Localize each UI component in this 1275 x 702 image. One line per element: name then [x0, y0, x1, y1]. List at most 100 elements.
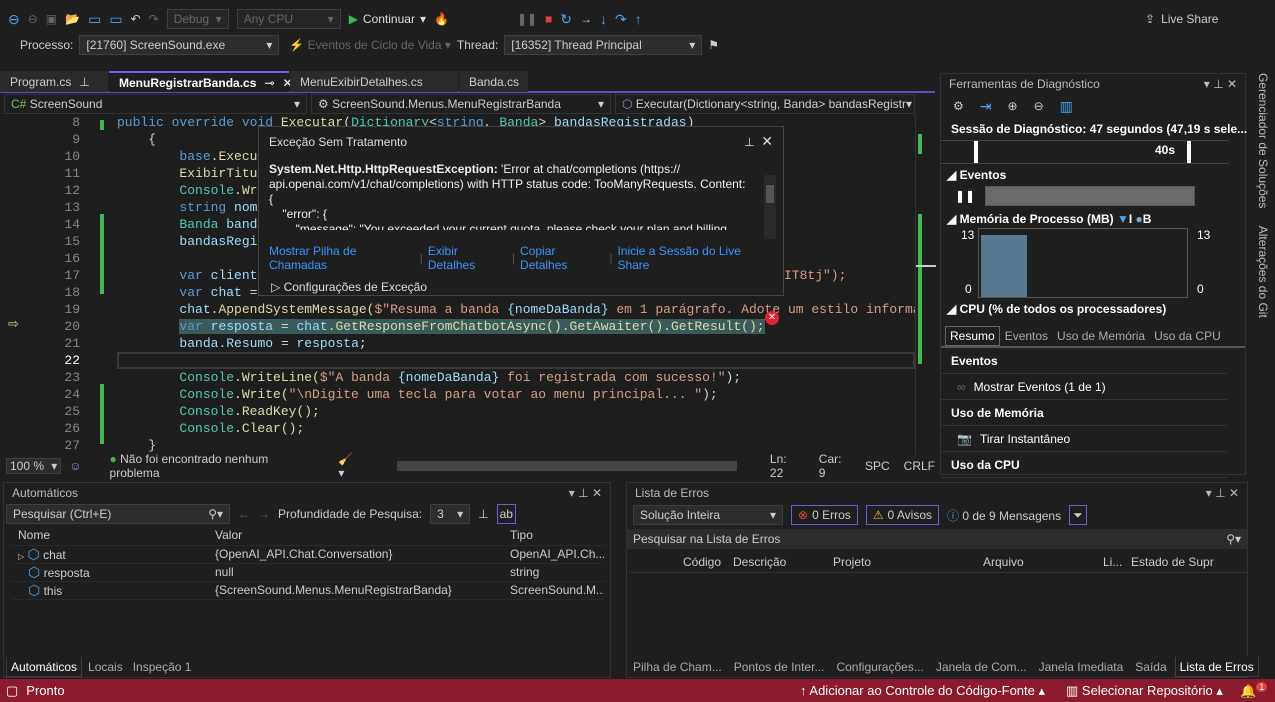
code-line[interactable]: var resposta = chat.GetResponseFromChatb…: [117, 318, 765, 335]
lifecycle-events-button[interactable]: ⚡ Eventos de Ciclo de Vida ▾: [289, 38, 451, 52]
member-select[interactable]: ⬡ Executar(Dictionary<string, Banda> ban…: [615, 94, 915, 114]
tab-locals[interactable]: Locais: [84, 657, 127, 677]
code-line[interactable]: Banda banda: [117, 216, 265, 233]
copilot-icon[interactable]: ☺: [69, 459, 81, 473]
project-select[interactable]: C# ScreenSound ▾: [4, 94, 307, 114]
tab-banda[interactable]: Banda.cs: [459, 71, 528, 92]
pin-watch-icon[interactable]: ⊥: [478, 507, 488, 521]
tab-summary[interactable]: Resumo: [945, 326, 1000, 346]
save-icon[interactable]: ▭: [88, 11, 101, 28]
tab-autos[interactable]: Automáticos: [6, 657, 83, 677]
open-folder-icon[interactable]: 📂: [65, 12, 80, 26]
platform-select[interactable]: Any CPU ▾: [236, 9, 341, 29]
warnings-filter-button[interactable]: ⚠ 0 Avisos: [865, 505, 939, 525]
editor-vertical-scrollbar[interactable]: [915, 114, 936, 455]
zoom-select[interactable]: 100 % ▾: [6, 458, 62, 474]
show-events-link[interactable]: ∞ Mostrar Eventos (1 de 1): [941, 374, 1227, 400]
side-tab-solution-explorer[interactable]: Gerenciador de Soluções: [1256, 73, 1270, 208]
tab-immediate-window[interactable]: Janela Imediata: [1035, 657, 1128, 677]
tab-menu-exibir-detalhes[interactable]: MenuExibirDetalhes.cs: [290, 71, 458, 92]
cleanup-icon[interactable]: 🧹▾: [338, 452, 359, 480]
new-project-icon[interactable]: ▣: [46, 12, 57, 26]
chart-icon[interactable]: ▥: [1060, 98, 1073, 115]
editor-horizontal-scrollbar[interactable]: [397, 461, 737, 471]
continue-button[interactable]: ▶ Continuar ▾: [349, 12, 426, 26]
code-line[interactable]: banda.Resumo = resposta;: [117, 335, 366, 352]
scope-select[interactable]: Solução Inteira ▾: [633, 505, 783, 525]
pin-icon[interactable]: ⊥: [79, 75, 89, 89]
back-arrow[interactable]: ←: [238, 507, 250, 521]
select-tools-icon[interactable]: ⇥: [980, 98, 992, 115]
view-details-link[interactable]: Exibir Detalhes: [428, 244, 507, 272]
col-description[interactable]: Descrição: [729, 555, 829, 569]
cpu-section[interactable]: ◢ CPU (% de todos os processadores): [941, 298, 1245, 320]
table-row[interactable]: ⬡ this {ScreenSound.Menus.MenuRegistrarBa…: [12, 581, 604, 600]
config-select[interactable]: Debug ▾: [166, 9, 229, 29]
events-section[interactable]: ◢ Eventos: [941, 164, 1245, 186]
live-share-button[interactable]: ⇪ Live Share: [1145, 12, 1218, 26]
restart-icon[interactable]: ↻: [560, 11, 572, 28]
tab-output[interactable]: Saída: [1131, 657, 1170, 677]
pin-icon[interactable]: ⊸: [264, 76, 274, 90]
redo-icon[interactable]: ↷: [149, 12, 159, 26]
messages-filter-button[interactable]: ⓘ 0 de 9 Mensagens: [947, 507, 1061, 524]
hex-display-icon[interactable]: ab: [496, 504, 516, 524]
exception-error-icon[interactable]: ✕: [765, 311, 779, 325]
col-name[interactable]: Nome: [12, 525, 209, 546]
flag-icon[interactable]: ⚑: [708, 38, 719, 52]
zoom-out-icon[interactable]: ⊖: [1034, 99, 1044, 113]
whitespace-indicator[interactable]: SPC: [865, 459, 890, 473]
exception-settings-toggle[interactable]: ▷ Configurações de Exceção: [259, 272, 783, 302]
take-snapshot-button[interactable]: 📷 Tirar Instantâneo: [941, 426, 1227, 452]
tab-memory-usage[interactable]: Uso de Memória: [1053, 326, 1149, 346]
tab-exception-settings[interactable]: Configurações...: [832, 657, 927, 677]
tab-breakpoints[interactable]: Pontos de Inter...: [730, 657, 829, 677]
code-line[interactable]: {: [117, 131, 156, 148]
errors-filter-button[interactable]: ⊗ 0 Erros: [791, 505, 858, 525]
tab-events[interactable]: Eventos: [1001, 326, 1052, 346]
back-icon[interactable]: ⊖: [8, 11, 20, 28]
pin-icon[interactable]: ⊥: [744, 135, 754, 149]
side-tab-git-changes[interactable]: Alterações do Git: [1256, 226, 1270, 318]
start-live-share-link[interactable]: Inicie a Sessão do Live Share: [617, 244, 773, 272]
table-row[interactable]: ⬡ resposta null string: [12, 563, 604, 582]
code-line[interactable]: ExibirTitu: [117, 165, 257, 182]
thread-select[interactable]: [16352] Thread Principal ▾: [504, 35, 703, 55]
select-repository-button[interactable]: ▥ Selecionar Repositório ▴: [1066, 683, 1223, 699]
code-line[interactable]: string nome: [117, 199, 265, 216]
stop-icon[interactable]: ■: [545, 12, 552, 26]
table-row[interactable]: ▷ ⬡ chat {OpenAI_API.Chat.Conversation} Op…: [12, 545, 604, 564]
add-source-control-button[interactable]: ↑ Adicionar ao Controle do Código-Fonte …: [800, 683, 1045, 699]
code-line[interactable]: var client: [117, 267, 257, 284]
memory-section[interactable]: ◢ Memória de Processo (MB) ▼I ●B: [941, 206, 1245, 228]
code-line[interactable]: Console.Write("\nDigite uma tecla para v…: [117, 386, 717, 403]
tab-program[interactable]: Program.cs ⊥: [0, 71, 108, 92]
code-line[interactable]: Console.Clear();: [117, 420, 304, 437]
step-into-icon[interactable]: ↓: [600, 11, 607, 27]
code-line[interactable]: var chat =: [117, 284, 257, 301]
col-line[interactable]: Li...: [1099, 555, 1127, 569]
issues-indicator[interactable]: ● Não foi encontrado nenhum problema: [110, 452, 319, 480]
show-call-stack-link[interactable]: Mostrar Pilha de Chamadas: [269, 244, 415, 272]
col-type[interactable]: Tipo: [504, 525, 604, 546]
forward-arrow[interactable]: →: [258, 507, 270, 521]
forward-icon[interactable]: ⊖: [28, 12, 38, 26]
code-line[interactable]: bandasRegis: [117, 233, 265, 250]
settings-icon[interactable]: ⚙: [953, 99, 964, 113]
timeline-ruler[interactable]: 40s: [941, 140, 1229, 164]
col-file[interactable]: Arquivo: [979, 555, 1099, 569]
tab-command-window[interactable]: Janela de Com...: [932, 657, 1031, 677]
tab-call-stack[interactable]: Pilha de Cham...: [629, 657, 726, 677]
panel-controls[interactable]: ▾ ⊥ ✕: [1206, 486, 1239, 500]
tab-error-list[interactable]: Lista de Erros: [1174, 657, 1259, 677]
col-value[interactable]: Valor: [209, 525, 504, 546]
error-search-input[interactable]: Pesquisar na Lista de Erros ⚲▾: [627, 529, 1247, 549]
col-suppression-state[interactable]: Estado de Supr: [1127, 555, 1214, 569]
line-ending-indicator[interactable]: CRLF: [904, 459, 935, 473]
process-select[interactable]: [21760] ScreenSound.exe ▾: [79, 35, 280, 55]
step-out-icon[interactable]: ↑: [635, 11, 642, 27]
zoom-in-icon[interactable]: ⊕: [1008, 99, 1018, 113]
exception-scrollbar[interactable]: [764, 175, 776, 239]
save-all-icon[interactable]: ▭: [109, 11, 122, 28]
class-select[interactable]: ⚙ ScreenSound.Menus.MenuRegistrarBanda ▾: [311, 94, 611, 114]
